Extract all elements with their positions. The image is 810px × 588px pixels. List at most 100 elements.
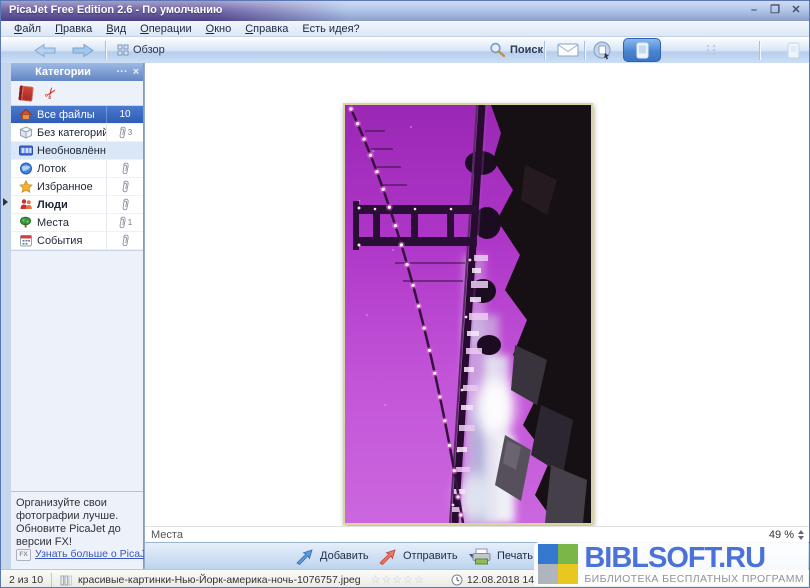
category-label: Все файлы: [37, 109, 106, 121]
screen-icon: [636, 42, 649, 59]
close-button[interactable]: ✕: [789, 3, 803, 17]
places-icon: [19, 216, 33, 229]
paperclip-icon: [119, 179, 130, 193]
new-category-icon[interactable]: [18, 85, 33, 101]
biblsoft-watermark: BIBLSOFT.RU БИБЛИОТЕКА БЕСПЛАТНЫХ ПРОГРА…: [534, 541, 808, 587]
sidebar-item-people[interactable]: Люди: [11, 196, 143, 214]
clip-count: 1: [128, 218, 132, 227]
category-label: Избранное: [37, 181, 106, 193]
email-button[interactable]: [553, 39, 583, 61]
menu-file[interactable]: Файл: [7, 23, 48, 35]
paperclip-icon: [119, 161, 130, 175]
menu-help[interactable]: Справка: [238, 23, 295, 35]
menu-window[interactable]: Окно: [199, 23, 239, 35]
sidebar-item-places[interactable]: Места 1: [11, 214, 143, 232]
forward-button[interactable]: [67, 39, 99, 61]
slideshow-icon: [593, 41, 612, 60]
sidebar-item-favorites[interactable]: Избранное: [11, 178, 143, 196]
columns-icon: [60, 574, 72, 586]
title-bar: PicaJet Free Edition 2.6 - По умолчанию …: [1, 1, 809, 21]
window-title: PicaJet Free Edition 2.6 - По умолчанию: [9, 4, 222, 16]
print-label: Печать: [497, 550, 533, 562]
category-count: 10: [119, 109, 130, 120]
categories-panel: Категории ··· × ✂ Все файлы 10: [11, 63, 144, 569]
minimize-button[interactable]: –: [747, 3, 761, 17]
category-list: Все файлы 10 Без категорий 3: [11, 105, 143, 251]
send-button[interactable]: Отправить: [378, 546, 477, 566]
photo-bridge-night[interactable]: [343, 103, 593, 525]
category-label: Люди: [37, 199, 106, 211]
house-icon: [19, 108, 33, 121]
zoom-spinner[interactable]: [798, 530, 804, 540]
browse-label: Обзор: [133, 44, 165, 56]
left-edge-strip: [1, 63, 11, 569]
forward-arrow-icon: [71, 43, 95, 58]
sidebar-item-uncategorized[interactable]: Без категорий 3: [11, 124, 143, 142]
category-label: Места: [37, 217, 106, 229]
grid-icon: [117, 44, 129, 56]
main-toolbar: Обзор Поиск: [1, 38, 809, 64]
back-button[interactable]: [29, 39, 61, 61]
paperclip-icon: [117, 215, 128, 229]
photo-caption: Места: [151, 529, 183, 541]
maximize-button[interactable]: ❒: [768, 3, 782, 17]
print-button[interactable]: Печать: [471, 546, 533, 566]
cube-icon: [19, 126, 33, 139]
sidebar-item-not-updated[interactable]: Необновлённые ...: [11, 142, 143, 160]
send-arrow-icon: [378, 548, 398, 565]
menu-view[interactable]: Вид: [99, 23, 133, 35]
add-label: Добавить: [320, 550, 369, 562]
envelope-icon: [557, 43, 579, 57]
zoom-level: 49 %: [769, 529, 794, 541]
watermark-subtitle: БИБЛИОТЕКА БЕСПЛАТНЫХ ПРОГРАММ: [584, 574, 804, 585]
menu-bar: Файл Правка Вид Операции Окно Справка Ес…: [1, 21, 809, 37]
panel-more-button[interactable]: ···: [115, 66, 129, 78]
menu-edit[interactable]: Правка: [48, 23, 99, 35]
sidebar-item-events[interactable]: События: [11, 232, 143, 250]
categories-title: Категории: [11, 66, 115, 78]
browse-button[interactable]: Обзор: [113, 39, 169, 61]
app-window: PicaJet Free Edition 2.6 - По умолчанию …: [0, 0, 810, 588]
fx-badge-icon: FX: [16, 549, 31, 561]
sidebar-item-all-files[interactable]: Все файлы 10: [11, 106, 143, 124]
back-arrow-icon: [33, 43, 57, 58]
category-label: Без категорий: [37, 127, 106, 139]
clock-icon: [451, 574, 463, 586]
star-icon: [19, 180, 33, 193]
panel-close-button[interactable]: ×: [129, 66, 143, 78]
globe-icon: [19, 162, 33, 175]
expand-arrow-icon[interactable]: [3, 198, 8, 206]
category-label: События: [37, 235, 106, 247]
watermark-site: BIBLSOFT.RU: [584, 544, 804, 573]
dotted-list-icon: [705, 43, 718, 57]
view-mode-button[interactable]: [623, 38, 661, 62]
filename: красивые-картинки-Нью-Йорк-америка-ночь-…: [78, 574, 361, 586]
panel-icon: [787, 42, 800, 59]
menu-operations[interactable]: Операции: [133, 23, 198, 35]
viewer-canvas: [145, 63, 810, 526]
search-button[interactable]: Поиск: [485, 39, 547, 61]
scissors-icon[interactable]: ✂: [42, 84, 62, 103]
viewer-area: Места 49 % Добавить Отправить: [144, 63, 810, 569]
category-label: Необновлённые ...: [37, 145, 106, 157]
upgrade-promo: Организуйте свои фотографии лучше. Обнов…: [11, 491, 143, 569]
download-logo-icon: [538, 544, 578, 584]
slideshow-button[interactable]: [589, 39, 616, 61]
panel-toggle-button[interactable]: [783, 39, 804, 61]
rating-stars[interactable]: ☆☆☆☆☆: [371, 573, 425, 586]
menu-feedback[interactable]: Есть идея?: [295, 23, 366, 35]
paperclip-icon: [119, 233, 130, 247]
add-button[interactable]: Добавить: [295, 546, 369, 566]
calendar-icon: [19, 234, 33, 247]
printer-icon: [471, 548, 492, 565]
people-icon: [19, 198, 33, 211]
search-label: Поиск: [510, 44, 543, 56]
sidebar-item-tray[interactable]: Лоток: [11, 160, 143, 178]
send-label: Отправить: [403, 550, 458, 562]
add-arrow-icon: [295, 548, 315, 565]
paperclip-icon: [119, 197, 130, 211]
paperclip-icon: [117, 125, 128, 139]
category-label: Лоток: [37, 163, 106, 175]
clip-count: 3: [128, 128, 132, 137]
thumbnail-list-button[interactable]: [701, 39, 722, 61]
